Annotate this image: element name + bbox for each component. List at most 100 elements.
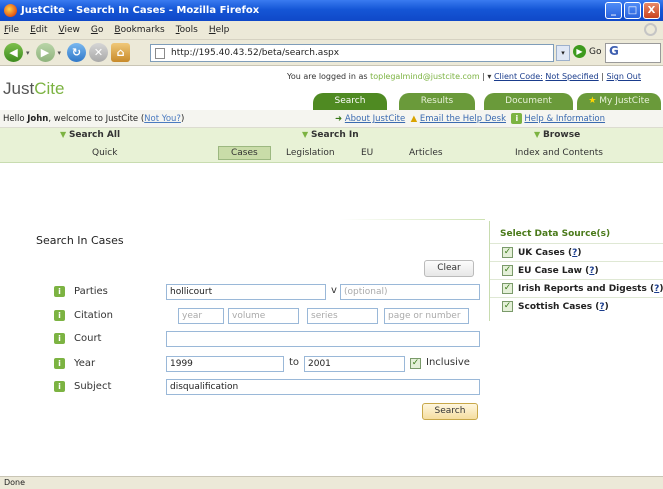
window-controls: _ □ X <box>605 2 660 19</box>
email-help-desk-link[interactable]: Email the Help Desk <box>420 114 506 124</box>
eu-case-law-help-link[interactable]: ? <box>589 266 594 276</box>
triangle-down-icon: ▼ <box>534 130 543 139</box>
forward-dropdown-icon[interactable]: ▾ <box>58 49 62 57</box>
logged-in-text: You are logged in as <box>287 72 368 81</box>
court-input[interactable] <box>166 331 480 347</box>
tab-my-justcite[interactable]: ★ My JustCite <box>577 93 661 110</box>
source-uk-cases[interactable]: ✓ UK Cases (?) <box>502 247 582 258</box>
citation-page-input[interactable]: page or number <box>384 308 469 324</box>
go-arrow-icon: ▶ <box>573 45 586 58</box>
category-quick[interactable]: Quick <box>92 148 117 158</box>
go-button[interactable]: ▶ Go <box>573 45 601 58</box>
forward-arrow-icon[interactable]: ▶ <box>35 43 55 62</box>
inclusive-label: Inclusive <box>426 357 470 368</box>
parties-optional-input[interactable]: (optional) <box>340 284 480 300</box>
court-label: Court <box>74 332 102 344</box>
about-justcite-link[interactable]: About JustCite <box>345 114 405 124</box>
back-dropdown-icon[interactable]: ▾ <box>26 49 30 57</box>
info-icon: i <box>511 113 523 124</box>
source-scottish-cases[interactable]: ✓ Scottish Cases (?) <box>502 301 609 312</box>
url-dropdown-icon[interactable]: ▾ <box>556 45 570 61</box>
uk-cases-label: UK Cases <box>518 247 565 258</box>
clear-button[interactable]: Clear <box>424 260 474 277</box>
client-code-value[interactable]: Not Specified <box>545 72 598 81</box>
stop-icon[interactable]: ✕ <box>89 43 109 62</box>
justcite-logo[interactable]: JustCite <box>3 79 64 99</box>
category-eu[interactable]: EU <box>361 148 373 158</box>
search-all-heading[interactable]: ▼ Search All <box>60 130 120 140</box>
scottish-cases-help-link[interactable]: ? <box>599 302 604 312</box>
search-in-heading[interactable]: ▼ Search In <box>302 130 359 140</box>
about-icon: ➜ <box>335 114 343 124</box>
panel-divider <box>340 219 485 220</box>
minimize-button[interactable]: _ <box>605 2 622 19</box>
not-you-link[interactable]: Not You? <box>144 114 181 124</box>
reload-icon[interactable]: ↻ <box>67 43 87 62</box>
menu-view[interactable]: View <box>59 25 80 35</box>
tab-results[interactable]: Results <box>399 93 475 110</box>
logo-suffix: Cite <box>34 79 65 98</box>
year-to-input[interactable]: 2001 <box>304 356 405 372</box>
user-email: toplegalmind@justcite.com <box>370 72 480 81</box>
citation-volume-input[interactable]: volume <box>228 308 299 324</box>
uk-cases-help-link[interactable]: ? <box>572 248 577 258</box>
browse-heading[interactable]: ▼ Browse <box>534 130 580 140</box>
citation-label: Citation <box>74 309 113 321</box>
client-code-link[interactable]: Client Code: <box>494 72 543 81</box>
subject-row: i Subject <box>54 378 111 394</box>
navigation-toolbar: ◀ ▾ ▶ ▾ ↻ ✕ ⌂ http://195.40.43.52/beta/s… <box>0 40 663 66</box>
category-legislation[interactable]: Legislation <box>286 148 335 158</box>
parties-row: i Parties <box>54 283 108 299</box>
source-eu-case-law[interactable]: ✓ EU Case Law (?) <box>502 265 599 276</box>
sign-out-link[interactable]: Sign Out <box>606 72 641 81</box>
menu-tools[interactable]: Tools <box>176 25 198 35</box>
year-to-label: to <box>289 357 300 368</box>
welcome-name: John <box>27 113 49 124</box>
citation-row: i Citation <box>54 307 113 323</box>
home-icon[interactable]: ⌂ <box>111 43 131 62</box>
irish-reports-help-link[interactable]: ? <box>654 284 659 294</box>
tab-search[interactable]: Search <box>313 93 387 110</box>
divider <box>490 261 663 262</box>
info-icon[interactable]: i <box>54 380 65 392</box>
info-icon[interactable]: i <box>54 357 65 369</box>
help-information-link[interactable]: Help & Information <box>524 114 605 124</box>
irish-reports-checkbox[interactable]: ✓ <box>502 283 513 294</box>
scottish-cases-checkbox[interactable]: ✓ <box>502 301 513 312</box>
category-cases[interactable]: Cases <box>218 146 271 160</box>
menu-file[interactable]: File <box>4 25 19 35</box>
search-title: Search In Cases <box>36 234 124 247</box>
versus-label: v <box>331 285 337 296</box>
menu-bookmarks[interactable]: Bookmarks <box>114 25 164 35</box>
close-button[interactable]: X <box>643 2 660 19</box>
maximize-button[interactable]: □ <box>624 2 641 19</box>
menu-go[interactable]: Go <box>91 25 104 35</box>
search-engine-box[interactable]: G <box>605 43 661 63</box>
login-info: You are logged in as toplegalmind@justci… <box>287 72 641 81</box>
year-from-input[interactable]: 1999 <box>166 356 284 372</box>
tab-document[interactable]: Document <box>484 93 573 110</box>
search-button[interactable]: Search <box>422 403 478 420</box>
uk-cases-checkbox[interactable]: ✓ <box>502 247 513 258</box>
subject-input[interactable]: disqualification <box>166 379 480 395</box>
parties-label: Parties <box>74 285 108 297</box>
inclusive-checkbox[interactable]: ✓ <box>410 358 421 369</box>
menu-edit[interactable]: Edit <box>30 25 47 35</box>
source-irish-reports[interactable]: ✓ Irish Reports and Digests (?) <box>502 283 663 294</box>
category-articles[interactable]: Articles <box>409 148 443 158</box>
eu-case-law-checkbox[interactable]: ✓ <box>502 265 513 276</box>
url-bar[interactable]: http://195.40.43.52/beta/search.aspx <box>150 44 554 62</box>
divider <box>490 297 663 298</box>
info-icon[interactable]: i <box>54 332 65 344</box>
category-index-contents[interactable]: Index and Contents <box>515 148 603 158</box>
citation-year-input[interactable]: year <box>178 308 224 324</box>
google-icon: G <box>609 44 619 58</box>
info-icon[interactable]: i <box>54 309 65 321</box>
back-arrow-icon[interactable]: ◀ <box>4 43 23 62</box>
data-source-panel: Select Data Source(s) ✓ UK Cases (?) ✓ E… <box>489 221 663 321</box>
irish-reports-label: Irish Reports and Digests <box>518 283 647 294</box>
parties-input[interactable]: hollicourt <box>166 284 326 300</box>
citation-series-input[interactable]: series <box>307 308 378 324</box>
menu-help[interactable]: Help <box>209 25 230 35</box>
info-icon[interactable]: i <box>54 285 65 297</box>
